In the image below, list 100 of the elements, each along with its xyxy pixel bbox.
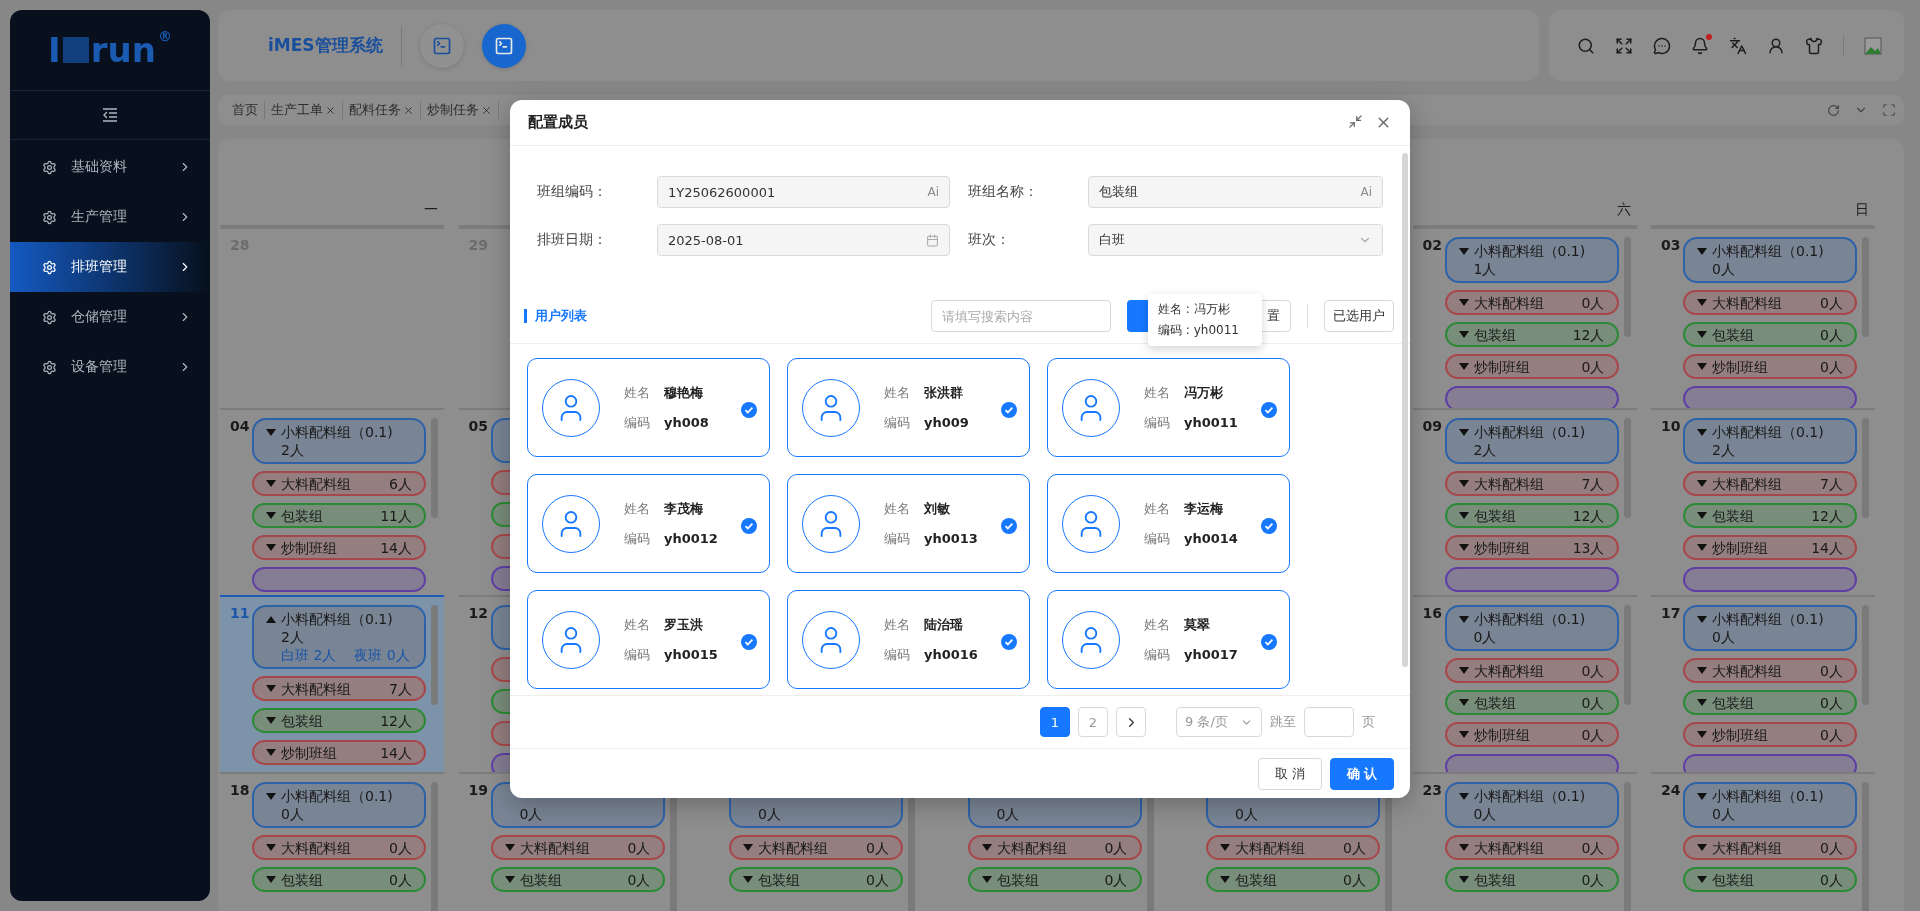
menu-collapse-icon[interactable] [102,108,118,122]
user-card[interactable]: 姓名 穆艳梅 编码 yh008 [527,358,770,457]
page-button[interactable]: 1 [1040,707,1070,737]
group-pill[interactable] [1683,386,1857,408]
check-icon[interactable] [1001,518,1017,534]
group-pill[interactable]: 炒制班组 13人 [1444,535,1619,560]
group-pill[interactable]: 大料配料组 0人 [1206,835,1380,860]
terminal-button[interactable] [481,23,526,68]
user-card[interactable]: 姓名 张洪群 编码 yh009 [787,358,1030,457]
group-pill[interactable]: 包装组 0人 [252,867,426,892]
day-cell[interactable]: 24 小料配料组（0.1) 0人 大料配料组 0人 包装组 0人 [1651,772,1875,911]
group-pill[interactable]: 包装组 0人 [1206,867,1380,892]
group-pill[interactable]: 大料配料组 7人 [252,676,426,701]
page-button[interactable]: 2 [1078,707,1108,737]
message-icon[interactable] [1653,36,1671,55]
day-cell[interactable]: 16 小料配料组（0.1) 0人 大料配料组 0人 包装组 0人 炒制班组 0人 [1412,595,1637,772]
group-pill[interactable]: 包装组 11人 [252,503,426,528]
day-cell[interactable]: 18 小料配料组（0.1) 0人 大料配料组 0人 包装组 0人 [220,772,444,911]
group-pill[interactable] [1683,567,1857,592]
tab[interactable]: 炒制任务 [421,101,499,119]
terminal-button[interactable] [419,23,464,68]
day-cell[interactable]: 10 小料配料组（0.1) 2人 大料配料组 7人 包装组 12人 炒制班组 14人 [1651,408,1875,595]
shrink-icon[interactable] [1348,114,1363,129]
group-pill[interactable]: 炒制班组 0人 [1444,354,1619,379]
search-field[interactable]: 请填写搜索内容 [931,300,1111,332]
cancel-button[interactable]: 取 消 [1258,758,1322,790]
sidebar-item[interactable]: 生产管理 [10,192,210,242]
user-card[interactable]: 姓名 罗玉洪 编码 yh0015 [527,590,770,689]
group-pill[interactable]: 大料配料组 0人 [1683,835,1857,860]
close-icon[interactable] [481,104,492,116]
selected-users-button[interactable]: 已选用户 [1324,300,1394,332]
bell-icon[interactable] [1691,36,1709,55]
search-icon[interactable] [1577,36,1595,55]
page-jump-field[interactable] [1304,707,1354,737]
page-size-select[interactable]: 9 条/页 [1176,707,1262,737]
group-pill[interactable]: 包装组 0人 [729,867,903,892]
sidebar-item[interactable]: 基础资料 [10,142,210,192]
group-pill[interactable]: 包装组 12人 [1683,503,1857,528]
fullscreen-icon[interactable] [1882,103,1896,117]
group-pill[interactable] [252,567,426,592]
group-pill[interactable]: 包装组 0人 [1444,867,1619,892]
group-pill[interactable]: 小料配料组（0.1) 2人 [252,418,426,464]
check-icon[interactable] [741,518,757,534]
group-pill[interactable]: 大料配料组 0人 [1683,658,1857,683]
group-pill[interactable]: 小料配料组（0.1) 2人 白班 2人 夜班 0人 [252,605,426,669]
group-pill[interactable]: 炒制班组 14人 [252,740,426,765]
user-card[interactable]: 姓名 莫翠 编码 yh0017 [1047,590,1290,689]
group-pill[interactable]: 包装组 0人 [967,867,1142,892]
check-icon[interactable] [1001,402,1017,418]
group-pill[interactable]: 小料配料组（0.1) 1人 [1444,237,1619,283]
sidebar-item[interactable]: 设备管理 [10,342,210,392]
day-cell[interactable]: 23 小料配料组（0.1) 0人 大料配料组 0人 包装组 0人 [1412,772,1637,911]
group-pill[interactable]: 包装组 0人 [1444,690,1619,715]
user-icon[interactable] [1767,36,1785,55]
group-pill[interactable]: 炒制班组 14人 [1683,535,1857,560]
close-icon[interactable] [325,104,336,116]
group-pill[interactable]: 大料配料组 0人 [1683,290,1857,315]
group-pill[interactable]: 小料配料组（0.1) 2人 [1683,418,1857,464]
day-cell[interactable]: 17 小料配料组（0.1) 0人 大料配料组 0人 包装组 0人 炒制班组 0人 [1651,595,1875,772]
group-pill[interactable]: 大料配料组 0人 [252,835,426,860]
group-pill[interactable] [1444,386,1619,408]
day-cell[interactable]: 03 小料配料组（0.1) 0人 大料配料组 0人 包装组 0人 炒制班组 0人 [1651,227,1875,408]
user-card[interactable]: 姓名 李运梅 编码 yh0014 [1047,474,1290,573]
check-icon[interactable] [1261,634,1277,650]
tab[interactable]: 生产工单 [265,101,343,119]
select-field[interactable]: 白班 [1088,224,1383,256]
confirm-button[interactable]: 确 认 [1330,758,1394,790]
user-card[interactable]: 姓名 李茂梅 编码 yh0012 [527,474,770,573]
group-pill[interactable]: 包装组 12人 [1444,322,1619,347]
group-pill[interactable]: 大料配料组 6人 [252,471,426,496]
group-pill[interactable]: 大料配料组 0人 [1444,835,1619,860]
check-icon[interactable] [1261,518,1277,534]
input-field[interactable]: 1Y25062600001 Ai [657,176,950,208]
day-cell[interactable]: 09 小料配料组（0.1) 2人 大料配料组 7人 包装组 12人 炒制班组 13人 [1412,408,1637,595]
group-pill[interactable]: 包装组 0人 [1683,690,1857,715]
group-pill[interactable]: 包装组 0人 [490,867,665,892]
day-cell[interactable]: 04 小料配料组（0.1) 2人 大料配料组 6人 包装组 11人 炒制班组 14人 [220,408,444,595]
group-pill[interactable]: 小料配料组（0.1) 0人 [1683,237,1857,283]
group-pill[interactable]: 大料配料组 7人 [1683,471,1857,496]
check-icon[interactable] [1261,402,1277,418]
group-pill[interactable]: 炒制班组 0人 [1683,354,1857,379]
group-pill[interactable]: 大料配料组 0人 [729,835,903,860]
check-icon[interactable] [741,402,757,418]
group-pill[interactable] [1444,754,1619,772]
group-pill[interactable]: 小料配料组（0.1) 0人 [1683,605,1857,651]
group-pill[interactable]: 大料配料组 0人 [1444,290,1619,315]
group-pill[interactable]: 大料配料组 0人 [1444,658,1619,683]
group-pill[interactable]: 炒制班组 0人 [1444,722,1619,747]
refresh-icon[interactable] [1827,103,1840,117]
group-pill[interactable] [1444,567,1619,592]
sidebar-item[interactable]: 仓储管理 [10,292,210,342]
check-icon[interactable] [741,634,757,650]
group-pill[interactable]: 包装组 12人 [252,708,426,733]
user-card[interactable]: 姓名 刘敏 编码 yh0013 [787,474,1030,573]
day-cell[interactable]: 02 小料配料组（0.1) 1人 大料配料组 0人 包装组 12人 炒制班组 0人 [1412,227,1637,408]
date-field[interactable]: 2025-08-01 [657,224,950,256]
group-pill[interactable]: 大料配料组 0人 [490,835,665,860]
group-pill[interactable]: 小料配料组（0.1) 0人 [252,782,426,828]
group-pill[interactable]: 大料配料组 0人 [967,835,1142,860]
group-pill[interactable]: 包装组 0人 [1683,322,1857,347]
